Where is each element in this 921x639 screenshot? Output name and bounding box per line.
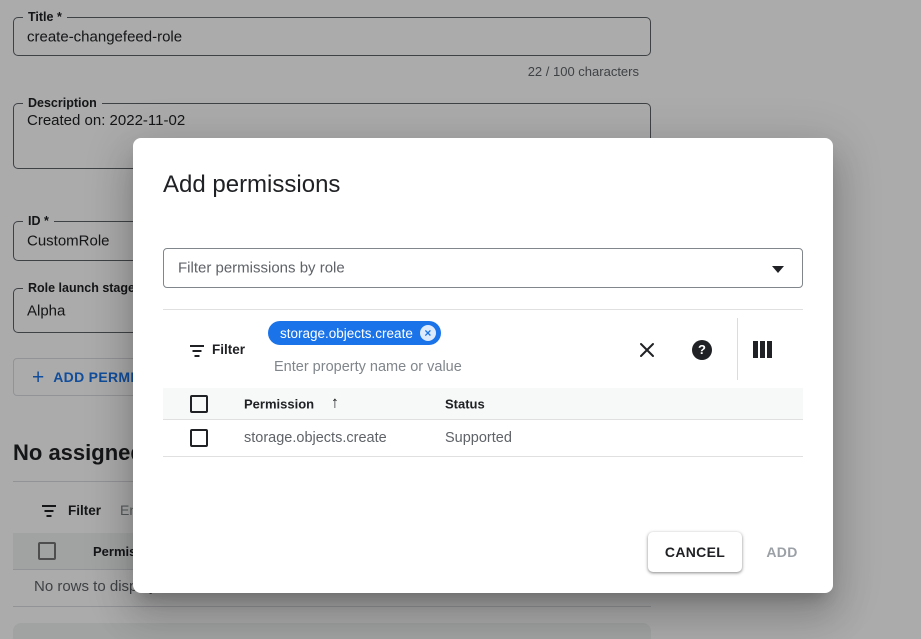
filter-label: Filter [212, 342, 245, 357]
clear-filters-icon[interactable] [637, 340, 657, 360]
chip-remove-icon[interactable]: × [420, 325, 436, 341]
dialog-title: Add permissions [163, 171, 340, 199]
permission-column-header: Permission [244, 396, 314, 411]
add-permissions-dialog: Add permissions Filter permissions by ro… [133, 138, 833, 593]
chevron-down-icon [772, 266, 784, 273]
dialog-table-header: Permission ↑ Status [163, 388, 803, 420]
toolbar-divider [737, 318, 738, 380]
page-root: Title * 22 / 100 characters Description … [0, 0, 921, 639]
sort-ascending-icon[interactable]: ↑ [331, 394, 339, 412]
status-column-header: Status [445, 396, 485, 411]
table-row: storage.objects.create Supported [163, 420, 803, 457]
add-button[interactable]: ADD [746, 532, 818, 572]
role-filter-dropdown-value: Filter permissions by role [178, 260, 345, 277]
dialog-filter-input[interactable] [274, 359, 574, 375]
row-checkbox[interactable] [190, 429, 208, 447]
select-all-checkbox[interactable] [190, 395, 208, 413]
filter-chip-label: storage.objects.create [280, 326, 413, 341]
help-icon[interactable]: ? [692, 340, 712, 360]
filter-list-icon [188, 341, 206, 359]
cancel-button[interactable]: CANCEL [648, 532, 742, 572]
row-status-value: Supported [445, 430, 512, 446]
row-permission-value: storage.objects.create [244, 430, 387, 446]
dialog-filter-bar: Filter storage.objects.create × ? [163, 309, 803, 388]
role-filter-dropdown[interactable]: Filter permissions by role [163, 248, 803, 288]
filter-chip[interactable]: storage.objects.create × [268, 321, 441, 345]
column-display-icon[interactable] [753, 341, 773, 361]
